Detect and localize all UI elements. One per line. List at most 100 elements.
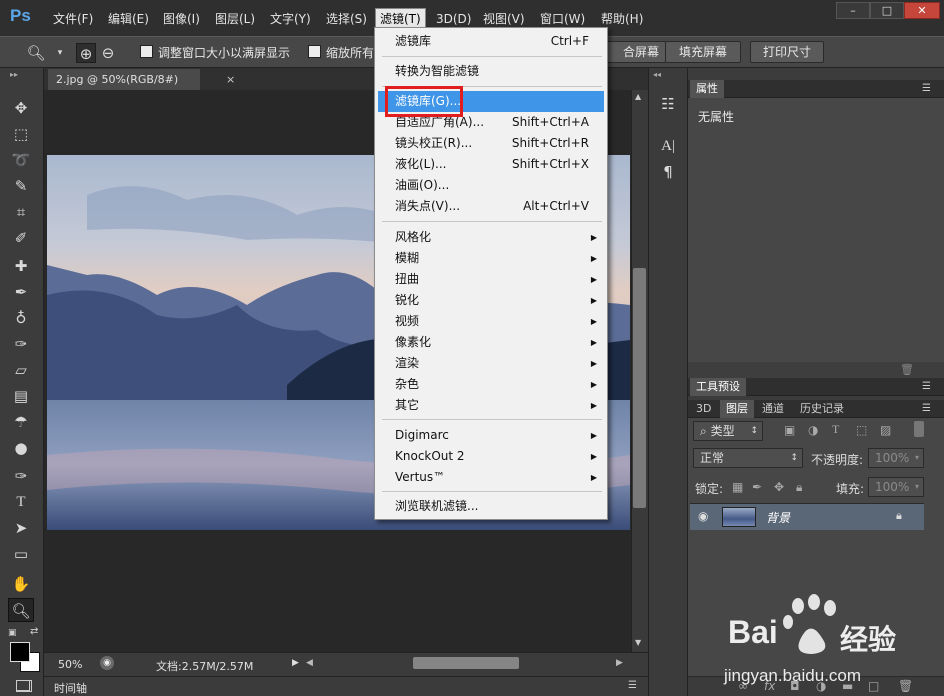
menu-select[interactable]: 选择(S) (322, 9, 371, 29)
close-button[interactable]: ✕ (904, 2, 940, 19)
menu-view[interactable]: 视图(V) (479, 9, 529, 29)
hand-tool-icon[interactable]: ✋ (8, 572, 34, 596)
opacity-input[interactable]: 100% ▾ (868, 448, 924, 468)
filter-toggle[interactable] (914, 421, 924, 437)
blend-mode-select[interactable]: 正常 ↕ (693, 448, 803, 468)
menu-item-video[interactable]: 视频 ▶ (375, 311, 605, 332)
scroll-left-icon[interactable]: ◀ (306, 658, 313, 668)
timeline-tab[interactable]: 时间轴 (54, 680, 87, 696)
layer-visibility-eye-icon[interactable]: ◉ (698, 509, 708, 523)
zoom-out-icon[interactable]: ⊖ (98, 43, 118, 63)
properties-tab[interactable]: 属性 (690, 80, 724, 98)
menu-window[interactable]: 窗口(W) (536, 9, 589, 29)
zoom-tool-preset-icon[interactable]: 🔍︎ (26, 43, 46, 63)
menu-layer[interactable]: 图层(L) (211, 9, 259, 29)
fit-screen-button[interactable]: 合屏幕 (604, 41, 666, 63)
document-tab-close-icon[interactable]: × (226, 69, 235, 90)
menu-item-vanishing-point[interactable]: 消失点(V)... Alt+Ctrl+V (375, 196, 605, 217)
menu-item-convert-smart-filters[interactable]: 转换为智能滤镜 (375, 61, 605, 82)
gradient-tool-icon[interactable]: ▤ (8, 384, 34, 408)
menu-edit[interactable]: 编辑(E) (104, 9, 153, 29)
fill-screen-button[interactable]: 填充屏幕 (665, 41, 741, 63)
properties-menu-icon[interactable]: ☰ (922, 83, 931, 94)
menu-item-blur[interactable]: 模糊 ▶ (375, 248, 605, 269)
document-tab[interactable]: 2.jpg @ 50%(RGB/8#) × (48, 69, 235, 90)
scroll-down-icon[interactable]: ▼ (635, 638, 641, 647)
properties-delete-icon[interactable]: 🗑︎ (900, 363, 914, 376)
lock-image-icon[interactable]: ✒ (752, 480, 762, 494)
path-selection-tool-icon[interactable]: ➤ (8, 516, 34, 540)
lasso-tool-icon[interactable]: ➰ (8, 148, 34, 172)
lock-all-icon[interactable]: 🔒︎ (796, 480, 802, 495)
scroll-right-icon[interactable]: ▶ (616, 658, 623, 668)
eyedropper-tool-icon[interactable]: ✐ (8, 226, 34, 250)
scroll-up-icon[interactable]: ▲ (635, 92, 641, 101)
menu-item-liquify[interactable]: 液化(L)... Shift+Ctrl+X (375, 154, 605, 175)
fit-window-checkbox[interactable] (140, 45, 153, 58)
fill-input[interactable]: 100% ▾ (868, 477, 924, 497)
menu-item-browse-filters-online[interactable]: 浏览联机滤镜... (375, 496, 605, 517)
menu-file[interactable]: 文件(F) (49, 9, 97, 29)
status-info-icon[interactable]: ◉ (100, 656, 114, 670)
paragraph-dock-icon[interactable]: ¶ (656, 160, 680, 184)
swap-colors-icon[interactable]: ⇄ (30, 626, 38, 637)
menu-item-distort[interactable]: 扭曲 ▶ (375, 269, 605, 290)
layer-name[interactable]: 背景 (766, 509, 790, 526)
menu-help[interactable]: 帮助(H) (597, 9, 647, 29)
lock-transparent-icon[interactable]: ▦ (732, 480, 743, 494)
layer-filter-kind-select[interactable]: ⌕ 类型 ↕ (693, 421, 763, 441)
vertical-scroll-thumb[interactable] (633, 268, 646, 508)
menu-item-lens-correction[interactable]: 镜头校正(R)... Shift+Ctrl+R (375, 133, 605, 154)
tool-presets-menu-icon[interactable]: ☰ (922, 381, 931, 392)
foreground-color-swatch[interactable] (10, 642, 30, 662)
default-colors-icon[interactable]: ▣ (8, 628, 17, 638)
screen-mode-icon[interactable] (16, 680, 30, 691)
move-tool-icon[interactable]: ✥ (8, 96, 34, 120)
rectangle-tool-icon[interactable]: ▭ (8, 542, 34, 566)
menu-item-render[interactable]: 渲染 ▶ (375, 353, 605, 374)
blur-tool-icon[interactable]: ☂ (8, 410, 34, 434)
menu-item-digimarc[interactable]: Digimarc ▶ (375, 425, 605, 446)
zoom-level[interactable]: 50% (58, 658, 82, 671)
expand-dock-icon[interactable]: ◂◂ (653, 70, 661, 79)
3d-tab[interactable]: 3D (690, 400, 717, 418)
quick-selection-tool-icon[interactable]: ✎ (8, 174, 34, 198)
menu-image[interactable]: 图像(I) (159, 9, 204, 29)
menu-item-stylize[interactable]: 风格化 ▶ (375, 227, 605, 248)
pen-tool-icon[interactable]: ✑ (8, 464, 34, 488)
menu-item-knockout[interactable]: KnockOut 2 ▶ (375, 446, 605, 467)
menu-item-sharpen[interactable]: 锐化 ▶ (375, 290, 605, 311)
menu-item-vertus[interactable]: Vertus™ ▶ (375, 467, 605, 488)
menu-item-oil-paint[interactable]: 油画(O)... (375, 175, 605, 196)
lock-position-icon[interactable]: ✥ (774, 480, 784, 494)
eraser-tool-icon[interactable]: ▱ (8, 358, 34, 382)
zoom-in-icon[interactable]: ⊕ (76, 43, 96, 63)
timeline-menu-icon[interactable]: ☰ (628, 680, 637, 691)
layer-row-background[interactable]: ◉ 背景 🔒︎ (690, 504, 924, 530)
marquee-tool-icon[interactable]: ⬚ (8, 122, 34, 146)
clone-stamp-tool-icon[interactable]: ♁ (8, 306, 34, 330)
zoom-all-checkbox[interactable] (308, 45, 321, 58)
layers-tab[interactable]: 图层 (720, 400, 754, 418)
preset-dropdown-icon[interactable]: ▾ (50, 43, 70, 63)
menu-3d[interactable]: 3D(D) (432, 9, 475, 29)
menu-item-noise[interactable]: 杂色 ▶ (375, 374, 605, 395)
menu-item-pixelate[interactable]: 像素化 ▶ (375, 332, 605, 353)
channels-tab[interactable]: 通道 (756, 400, 790, 418)
history-brush-tool-icon[interactable]: ✑ (8, 332, 34, 356)
brush-tool-icon[interactable]: ✒ (8, 280, 34, 304)
minimize-button[interactable]: – (836, 2, 870, 19)
menu-filter[interactable]: 滤镜(T) (375, 8, 426, 28)
character-dock-icon[interactable]: A| (656, 134, 680, 158)
zoom-tool-icon[interactable]: 🔍︎ (8, 598, 34, 622)
filter-adjustment-icon[interactable]: ◑ (808, 423, 818, 437)
tool-presets-tab[interactable]: 工具预设 (690, 378, 746, 396)
maximize-button[interactable]: □ (870, 2, 904, 19)
dodge-tool-icon[interactable]: ● (8, 436, 34, 460)
print-size-button[interactable]: 打印尺寸 (750, 41, 824, 63)
filter-smart-object-icon[interactable]: ▨ (880, 423, 891, 437)
status-menu-arrow-icon[interactable]: ▶ (292, 658, 299, 668)
menu-type[interactable]: 文字(Y) (266, 9, 315, 29)
filter-pixel-icon[interactable]: ▣ (784, 423, 795, 437)
filter-type-icon[interactable]: T (832, 422, 839, 437)
